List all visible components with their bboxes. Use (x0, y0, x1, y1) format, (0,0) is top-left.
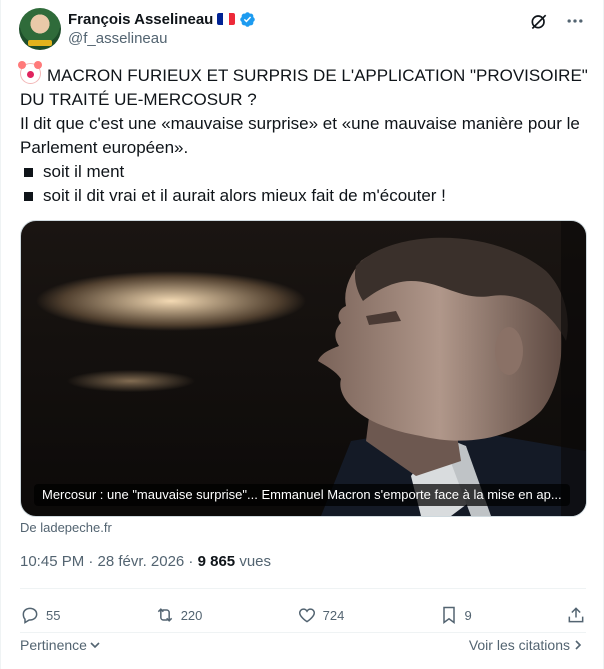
link-card-caption: Mercosur : une "mauvaise surprise"... Em… (34, 484, 570, 506)
replies-footer: Pertinence Voir les citations (20, 637, 584, 653)
display-name[interactable]: François Asselineau (68, 11, 213, 28)
bookmark-icon (442, 606, 455, 624)
reply-button[interactable]: 55 (20, 605, 60, 625)
more-icon[interactable] (564, 10, 586, 32)
bullet-text: soit il dit vrai et il aurait alors mieu… (43, 186, 446, 205)
like-button[interactable]: 724 (297, 605, 345, 625)
chevron-down-icon (90, 642, 100, 649)
user-handle[interactable]: @f_asselineau (68, 30, 256, 47)
tweet-meta: 10:45 PM · 28 févr. 2026 · 9 865 vues (20, 553, 271, 570)
clown-emoji-icon (18, 61, 41, 84)
views-label: vues (235, 553, 272, 570)
avatar[interactable] (19, 8, 61, 50)
tweet-line-1: MACRON FURIEUX ET SURPRIS DE L'APPLICATI… (20, 66, 588, 109)
bookmark-button[interactable]: 9 (439, 605, 472, 625)
repost-icon (157, 608, 172, 622)
timestamp[interactable]: 10:45 PM · 28 févr. 2026 · (20, 553, 198, 570)
grok-icon[interactable] (528, 10, 550, 32)
heart-icon (298, 608, 315, 623)
repost-button[interactable]: 220 (155, 605, 203, 625)
tweet-bullet-1: soit il ment (20, 160, 590, 184)
verified-badge-icon (240, 11, 256, 27)
tweet-line-2: Il dit que c'est une «mauvaise surprise»… (20, 114, 580, 157)
repost-count: 220 (180, 607, 203, 623)
france-flag-icon (217, 13, 236, 25)
sort-dropdown[interactable]: Pertinence (20, 637, 101, 653)
avatar-badge (28, 40, 52, 46)
portrait-photo (318, 221, 586, 516)
reply-icon (22, 607, 38, 624)
bookmark-count: 9 (464, 607, 472, 623)
divider (20, 632, 586, 633)
tweet-bullet-2: soit il dit vrai et il aurait alors mieu… (20, 184, 590, 208)
quotes-label: Voir les citations (468, 637, 570, 653)
author-block: François Asselineau @f_asselineau (68, 9, 256, 47)
bullet-square-icon (24, 167, 33, 177)
bullet-text: soit il ment (43, 162, 125, 181)
chevron-right-icon (575, 640, 582, 650)
views-count: 9 865 (197, 553, 236, 570)
link-source[interactable]: De ladepeche.fr (20, 520, 112, 535)
header-actions (528, 10, 586, 32)
divider (20, 588, 586, 589)
link-card-image[interactable]: Mercosur : une "mauvaise surprise"... Em… (20, 220, 587, 517)
like-count: 724 (322, 607, 345, 623)
reply-count: 55 (46, 607, 61, 623)
share-button[interactable] (566, 605, 586, 625)
bullet-square-icon (24, 191, 33, 201)
view-quotes-link[interactable]: Voir les citations (469, 637, 584, 653)
tweet-text: MACRON FURIEUX ET SURPRIS DE L'APPLICATI… (18, 61, 590, 208)
sort-label: Pertinence (20, 637, 87, 653)
share-icon (568, 607, 584, 623)
action-bar: 55 220 724 9 (20, 600, 586, 630)
